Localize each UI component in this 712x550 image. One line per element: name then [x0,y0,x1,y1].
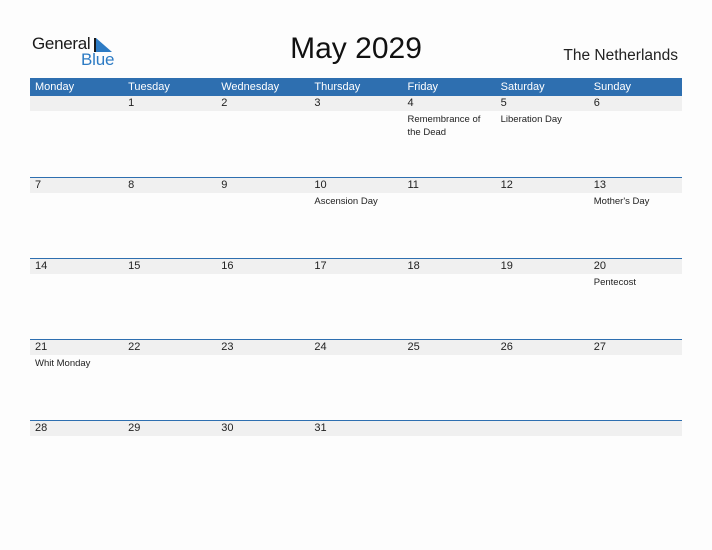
day-number: 5 [500,97,507,109]
weekday-saturday: Saturday [500,81,545,93]
holiday-label: Remembrance of the Dead [407,114,481,138]
day-number: 11 [407,179,419,191]
day-cell [30,96,123,139]
day-cell: 10 Ascension Day [309,178,402,208]
week-row: 28 29 30 31 [30,420,682,501]
week-cells: 28 29 30 31 [30,421,682,438]
day-cell: 21 Whit Monday [30,340,123,370]
day-cell: 5 Liberation Day [496,96,589,139]
day-number: 10 [314,179,327,191]
day-number: 9 [221,179,228,191]
day-number: 23 [221,341,234,353]
day-cell: 15 [123,259,216,289]
day-cell: 2 [216,96,309,139]
holiday-label: Ascension Day [314,196,378,207]
day-cell: 23 [216,340,309,370]
day-cell: 16 [216,259,309,289]
day-cell [589,421,682,438]
day-number: 1 [128,97,135,109]
day-cell: 18 [403,259,496,289]
weekday-sunday: Sunday [593,81,632,93]
day-number: 18 [407,260,420,272]
day-number [35,96,123,111]
week-cells: 14 15 16 17 18 19 20 Pentecost [30,259,682,289]
day-number: 3 [314,97,321,109]
day-number: 8 [128,179,135,191]
weekday-header: Monday Tuesday Wednesday Thursday Friday… [30,78,682,96]
day-number: 29 [128,422,141,434]
week-row: 14 15 16 17 18 19 20 Pentecost [30,258,682,339]
day-cell: 25 [403,340,496,370]
day-cell: 12 [496,178,589,208]
holiday-label: Whit Monday [35,358,91,369]
day-number: 27 [593,341,606,353]
weekday-monday: Monday [35,81,75,93]
day-number [408,421,496,436]
day-number: 6 [593,97,600,109]
day-number [501,421,589,436]
day-number: 15 [128,260,141,272]
day-cell: 3 [309,96,402,139]
day-cell: 6 [589,96,682,139]
day-number: 22 [128,341,141,353]
country-label: The Netherlands [563,47,678,64]
day-number: 21 [35,341,48,353]
weekday-friday: Friday [407,81,439,93]
day-cell [496,421,589,438]
holiday-label: Pentecost [593,277,636,288]
weekday-wednesday: Wednesday [221,81,280,93]
week-cells: 7 8 9 10 Ascension Day 11 12 13 Mother's Day [30,178,682,208]
day-cell: 30 [216,421,309,438]
day-number: 19 [500,260,513,272]
week-cells: 1 2 3 4 Remembrance of the Dead 5 Liberation D… [30,96,682,139]
day-cell: 29 [123,421,216,438]
week-row: 1 2 3 4 Remembrance of the Dead 5 Liberation D… [30,96,682,177]
day-cell: 9 [216,178,309,208]
day-number: 25 [407,341,420,353]
day-number: 13 [593,179,606,191]
day-cell: 19 [496,259,589,289]
day-number: 2 [221,97,228,109]
day-cell: 14 [30,259,123,289]
day-number [594,421,682,436]
day-cell: 26 [496,340,589,370]
day-cell: 28 [30,421,123,438]
day-number: 14 [35,260,48,272]
day-cell: 22 [123,340,216,370]
day-number: 31 [314,422,327,434]
day-cell: 4 Remembrance of the Dead [403,96,496,139]
day-cell: 24 [309,340,402,370]
day-cell [403,421,496,438]
day-cell: 20 Pentecost [589,259,682,289]
day-cell: 17 [309,259,402,289]
weekday-tuesday: Tuesday [128,81,170,93]
day-number: 7 [35,179,42,191]
day-cell: 27 [589,340,682,370]
day-cell: 31 [309,421,402,438]
day-cell: 1 [123,96,216,139]
day-number: 16 [221,260,234,272]
day-number: 12 [500,179,513,191]
weekday-thursday: Thursday [314,81,361,93]
day-number: 4 [407,97,414,109]
holiday-label: Mother's Day [593,196,650,207]
day-cell: 11 [403,178,496,208]
day-cell: 7 [30,178,123,208]
week-cells: 21 Whit Monday 22 23 24 25 26 27 [30,340,682,370]
day-number: 26 [500,341,513,353]
day-number: 17 [314,260,327,272]
day-number: 24 [314,341,327,353]
day-cell: 8 [123,178,216,208]
week-row: 21 Whit Monday 22 23 24 25 26 27 [30,339,682,420]
day-number: 30 [221,422,234,434]
day-number: 28 [35,422,48,434]
holiday-label: Liberation Day [500,114,562,125]
week-row: 7 8 9 10 Ascension Day 11 12 13 Mother's Day [30,177,682,258]
day-number: 20 [593,260,606,272]
day-cell: 13 Mother's Day [589,178,682,208]
